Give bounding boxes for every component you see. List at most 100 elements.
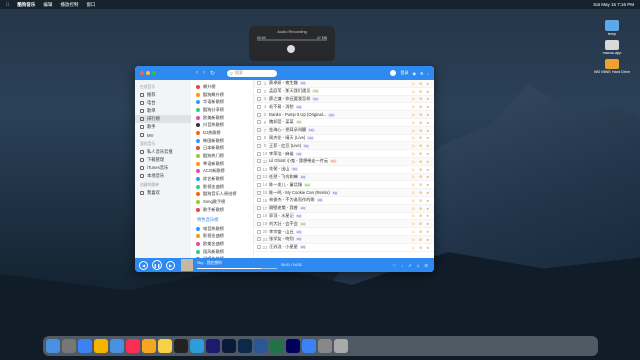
sidebar-item[interactable]: MV <box>135 131 191 139</box>
song-title[interactable]: 陈一鸣 - My Cookie Can (Remix) SQ <box>269 190 412 196</box>
play-icon[interactable]: ▷ <box>412 89 415 94</box>
more-icon[interactable]: ● <box>426 104 428 109</box>
play-icon[interactable]: ▷ <box>412 159 415 164</box>
dock-excel-icon[interactable] <box>270 339 284 353</box>
song-row[interactable]: 22 汪苏泷 - 小星星 HQ ▷ ⊕ ● <box>254 244 434 252</box>
share-icon[interactable]: ↗ <box>408 263 411 268</box>
more-icon[interactable]: ● <box>426 213 428 218</box>
more-icon[interactable]: ● <box>426 159 428 164</box>
play-icon[interactable]: ▷ <box>412 151 415 156</box>
menu-app-name[interactable]: 酷狗音乐 <box>17 2 35 8</box>
play-icon[interactable]: ▷ <box>412 245 415 250</box>
more-icon[interactable]: ● <box>426 174 428 179</box>
add-icon[interactable]: ⊕ <box>419 167 422 172</box>
add-icon[interactable]: ⊕ <box>419 245 422 250</box>
dock-finder-icon[interactable] <box>46 339 60 353</box>
play-icon[interactable]: ▷ <box>412 167 415 172</box>
sidebar-item[interactable]: 本地音乐 <box>135 172 191 180</box>
dock-word-icon[interactable] <box>254 339 268 353</box>
play-icon[interactable]: ▷ <box>412 128 415 133</box>
play-icon[interactable]: ▷ <box>412 190 415 195</box>
sidebar-item[interactable]: iTunes音乐 <box>135 164 191 172</box>
channel-item[interactable]: 影视金曲榜 <box>191 183 253 191</box>
song-row[interactable]: 18 郭顶 - 水星记 SQ ▷ ⊕ ● <box>254 213 434 221</box>
channel-item[interactable]: ACG新歌榜 <box>191 168 253 176</box>
minimize-icon[interactable] <box>146 71 150 75</box>
song-row[interactable]: 5 Danko - Pump It Up (Original... HQ ▷ ⊕ ● <box>254 111 434 119</box>
play-icon[interactable]: ▷ <box>412 135 415 140</box>
song-title[interactable]: 金海心 - 把耳朵叫醒 HQ <box>269 127 412 133</box>
sidebar-item[interactable]: 推荐 <box>135 91 191 99</box>
forward-icon[interactable]: › <box>203 70 205 77</box>
more-icon[interactable]: ● <box>426 112 428 117</box>
dock-notes-icon[interactable] <box>158 339 172 353</box>
add-icon[interactable]: ⊕ <box>419 229 422 234</box>
record-button[interactable] <box>287 45 295 53</box>
dock-terminal-icon[interactable] <box>174 339 188 353</box>
song-row[interactable]: 20 李宗盛 - 山丘 HQ ▷ ⊕ ● <box>254 228 434 236</box>
audio-recording-window[interactable]: Audio Recording 00:00 47 MB <box>249 26 335 61</box>
more-icon[interactable]: ● <box>426 96 428 101</box>
dock-ps-icon[interactable] <box>222 339 236 353</box>
skin-icon[interactable]: ◉ <box>412 71 416 76</box>
more-icon[interactable]: ● <box>426 198 428 203</box>
song-row[interactable]: 11 Lil Ghost 小鬼 - 我想带走一片云 HQ ▷ ⊕ ● <box>254 157 434 166</box>
add-icon[interactable]: ⊕ <box>419 206 422 211</box>
dock-chrome-icon[interactable] <box>94 339 108 353</box>
song-row[interactable]: 19 刘大壮 - 会不会 HQ ▷ ⊕ ● <box>254 220 434 229</box>
channel-item[interactable]: 粤语新歌榜 <box>191 160 253 168</box>
sidebar-item[interactable]: 下载管理 <box>135 156 191 164</box>
mini-mode-icon[interactable]: ▫ <box>428 71 429 76</box>
song-row[interactable]: 15 陈一鸣 - My Cookie Can (Remix) SQ ▷ ⊕ ● <box>254 189 434 197</box>
play-icon[interactable]: ▷ <box>412 229 415 234</box>
more-icon[interactable]: ● <box>426 237 428 242</box>
song-row[interactable]: 14 陈一发儿 - 童话镇 HQ ▷ ⊕ ● <box>254 181 434 190</box>
play-icon[interactable]: ▷ <box>412 120 415 125</box>
channel-item[interactable]: 歌手新歌榜 <box>191 206 253 214</box>
playlist-icon[interactable]: ☰ <box>424 263 428 268</box>
play-icon[interactable]: ▷ <box>412 81 415 86</box>
desktop-folder-temp[interactable]: temp <box>605 20 619 36</box>
play-icon[interactable]: ▷ <box>412 221 415 226</box>
play-icon[interactable]: ▷ <box>412 182 415 187</box>
play-icon[interactable]: ▷ <box>412 104 415 109</box>
add-icon[interactable]: ⊕ <box>419 221 422 226</box>
add-icon[interactable]: ⊕ <box>419 128 422 133</box>
song-title[interactable]: 孟庭苇 - 那天我们遇见 HQ <box>269 88 412 94</box>
more-icon[interactable]: ● <box>426 229 428 234</box>
channel-item[interactable]: 飙升榜 <box>191 83 253 91</box>
song-row[interactable]: 1 蔡卓妍 - 夜生趣 HQ ▷ ⊕ ● <box>254 80 434 88</box>
add-icon[interactable]: ⊕ <box>419 174 422 179</box>
channel-item[interactable]: 抖音热歌榜 <box>191 121 253 129</box>
sidebar-item[interactable]: 电台 <box>135 99 191 107</box>
song-title[interactable]: Lil Ghost 小鬼 - 我想带走一片云 HQ <box>269 158 412 164</box>
more-icon[interactable]: ● <box>426 182 428 187</box>
song-title[interactable]: 薛之谦 - 你还要我怎样 SQ <box>269 96 412 102</box>
channel-item[interactable]: 国风新歌榜 <box>191 248 253 256</box>
sidebar-item[interactable]: 歌手 <box>135 123 191 131</box>
add-icon[interactable]: ⊕ <box>419 89 422 94</box>
play-icon[interactable]: ▷ <box>412 143 415 148</box>
dock-photos-icon[interactable] <box>142 339 156 353</box>
add-icon[interactable]: ⊕ <box>419 198 422 203</box>
next-button[interactable]: ▶ <box>166 260 175 270</box>
album-cover[interactable] <box>181 259 193 271</box>
play-icon[interactable]: ▷ <box>412 198 415 203</box>
channel-item[interactable]: 综艺新歌榜 <box>191 175 253 183</box>
song-title[interactable]: 张学友 - 吻别 SQ <box>269 236 412 242</box>
add-icon[interactable]: ⊕ <box>419 159 422 164</box>
maximize-icon[interactable] <box>152 71 156 75</box>
channel-item[interactable]: Song歌手榜 <box>191 198 253 206</box>
song-title[interactable]: 李荣浩 - 麻雀 HQ <box>269 151 412 157</box>
song-row[interactable]: 4 毛不易 - 消愁 HQ ▷ ⊕ ● <box>254 103 434 112</box>
channel-item[interactable]: 韩国新歌榜 <box>191 137 253 145</box>
song-title[interactable]: 周杰伦 - 晴天 (Live) HQ <box>269 135 412 141</box>
song-title[interactable]: 花粥 - 出山 SQ <box>269 166 412 172</box>
song-row[interactable]: 12 花粥 - 出山 SQ ▷ ⊕ ● <box>254 166 434 174</box>
settings-icon[interactable]: ⚙ <box>420 71 424 76</box>
song-row[interactable]: 6 魏如萱 - 某某 SQ ▷ ⊕ ● <box>254 119 434 127</box>
song-title[interactable]: 刘大壮 - 会不会 HQ <box>269 221 412 227</box>
sidebar-item[interactable]: 歌单 <box>135 107 191 115</box>
sidebar-item[interactable]: 私人音乐云盘 <box>135 148 191 156</box>
add-icon[interactable]: ⊕ <box>419 135 422 140</box>
